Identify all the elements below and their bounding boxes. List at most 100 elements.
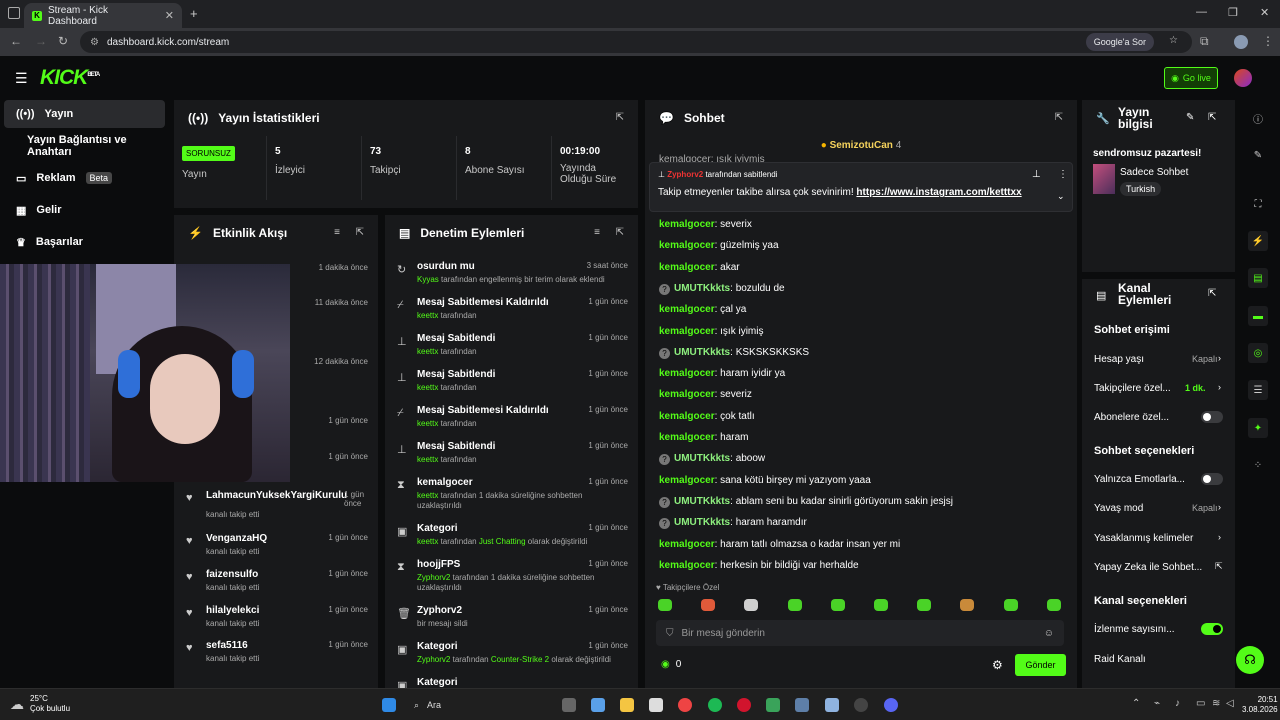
- bolt-icon[interactable]: ⚡: [1248, 231, 1268, 251]
- display-icon[interactable]: ▭: [1196, 698, 1205, 709]
- go-live-button[interactable]: ◉ Go live: [1164, 67, 1218, 89]
- emote-icon[interactable]: [1003, 599, 1018, 611]
- collapse-icon[interactable]: ⌄: [1057, 191, 1065, 202]
- chat-username[interactable]: kemalgocer: [659, 326, 715, 337]
- chat-username[interactable]: UMUTKkkts: [674, 347, 730, 358]
- user-avatar[interactable]: [1234, 69, 1252, 87]
- account-age-label[interactable]: Hesap yaşı: [1094, 354, 1144, 365]
- emote-icon[interactable]: [874, 599, 888, 611]
- chat-username[interactable]: UMUTKkkts: [674, 496, 730, 507]
- taskbar-search[interactable]: ⌕ Ara: [406, 695, 566, 715]
- chat-username[interactable]: kemalgocer: [659, 389, 715, 400]
- chevron-right-icon[interactable]: ›: [1218, 532, 1221, 542]
- ask-google-button[interactable]: Google'a Sor: [1085, 33, 1154, 51]
- top-gifter[interactable]: ● SemizotuCan 4: [745, 140, 977, 151]
- profile-icon[interactable]: [1234, 35, 1248, 49]
- weather-widget[interactable]: ☁ 25°C Çok bulutlu: [10, 694, 70, 714]
- clock[interactable]: 20:51 3.08.2026: [1242, 695, 1278, 715]
- chat-username[interactable]: kemalgocer: [659, 262, 715, 273]
- expand-icon[interactable]: ⇱: [1208, 288, 1216, 299]
- chat-username[interactable]: kemalgocer: [659, 560, 715, 571]
- slow-mode-label[interactable]: Yavaş mod: [1094, 503, 1143, 514]
- emote-icon[interactable]: [960, 599, 975, 611]
- browser-tab[interactable]: K Stream - Kick Dashboard ✕: [24, 3, 182, 28]
- emote-icon[interactable]: [917, 599, 932, 611]
- external-link-icon[interactable]: ⇱: [1215, 561, 1223, 572]
- sidebar-item-stream[interactable]: ((•)) Yayın: [4, 100, 165, 128]
- back-icon[interactable]: ←: [10, 34, 22, 48]
- emote-icon[interactable]: [830, 599, 845, 611]
- chat-username[interactable]: UMUTKkkts: [674, 283, 730, 294]
- chat-username[interactable]: kemalgocer: [659, 475, 715, 486]
- emote-icon[interactable]: [658, 599, 672, 611]
- widgets-icon[interactable]: [591, 698, 605, 712]
- chat-username[interactable]: kemalgocer: [659, 219, 715, 230]
- windows-start-icon[interactable]: [382, 698, 396, 712]
- expand-icon[interactable]: ⇱: [616, 112, 624, 123]
- chat-username[interactable]: kemalgocer: [659, 432, 715, 443]
- info-icon[interactable]: ⓘ: [1248, 108, 1268, 128]
- minimize-icon[interactable]: —: [1196, 6, 1207, 18]
- list-icon[interactable]: ☰: [1248, 380, 1268, 400]
- browser-menu-icon[interactable]: ⋮: [1262, 34, 1274, 48]
- chevron-right-icon[interactable]: ›: [1218, 353, 1221, 363]
- site-info-icon[interactable]: ⚙: [90, 37, 99, 48]
- chat-username[interactable]: kemalgocer: [659, 539, 715, 550]
- expand-icon[interactable]: ⇱: [356, 227, 364, 238]
- hamburger-menu-icon[interactable]: ☰: [15, 70, 28, 87]
- chrome-icon[interactable]: [678, 698, 692, 712]
- bookmark-star-icon[interactable]: ☆: [1169, 35, 1178, 46]
- emote-icon[interactable]: [701, 599, 716, 611]
- network-icon[interactable]: ⌁: [1154, 698, 1160, 709]
- app-icon[interactable]: [766, 698, 780, 712]
- mic-icon[interactable]: ♪: [1175, 698, 1180, 709]
- ai-chat-label[interactable]: Yapay Zeka ile Sohbet...: [1094, 562, 1202, 573]
- app-icon[interactable]: [825, 698, 839, 712]
- chat-username[interactable]: kemalgocer: [659, 240, 715, 251]
- unpin-icon[interactable]: ⊥: [1032, 169, 1041, 180]
- chat-username[interactable]: kemalgocer: [659, 368, 715, 379]
- url-input[interactable]: ⚙ dashboard.kick.com/stream Google'a Sor…: [80, 31, 1192, 53]
- channel-points[interactable]: ◉ 0: [661, 659, 681, 670]
- tray-chevron-icon[interactable]: ⌃: [1132, 698, 1140, 709]
- sidebar-item-achievements[interactable]: ♛ Başarılar: [4, 228, 165, 256]
- emote-icon[interactable]: [744, 599, 759, 611]
- followers-only-label[interactable]: Takipçilere özel...: [1094, 383, 1171, 394]
- emote-icon[interactable]: [1046, 599, 1061, 611]
- chat-bubble-icon[interactable]: ▬: [1248, 306, 1268, 326]
- new-tab-icon[interactable]: +: [190, 6, 198, 21]
- file-explorer-icon[interactable]: [620, 698, 634, 712]
- volume-icon[interactable]: ◁: [1226, 698, 1234, 709]
- expand-icon[interactable]: ⇱: [1055, 112, 1063, 123]
- pinned-link[interactable]: https://www.instagram.com/ketttxx: [856, 187, 1021, 198]
- close-tab-icon[interactable]: ✕: [165, 9, 174, 22]
- pen-icon[interactable]: ✎: [1248, 145, 1268, 165]
- edit-icon[interactable]: ✎: [1186, 112, 1194, 123]
- kick-logo[interactable]: KICKBETA: [40, 66, 100, 90]
- banned-words-label[interactable]: Yasaklanmış kelimeler: [1094, 533, 1193, 544]
- emoji-icon[interactable]: ☺: [1044, 628, 1054, 639]
- extensions-icon[interactable]: ⧉: [1200, 34, 1209, 49]
- view-count-toggle[interactable]: [1201, 623, 1223, 635]
- apps-icon[interactable]: ⁘: [1248, 455, 1268, 475]
- broadcast-icon[interactable]: ◎: [1248, 343, 1268, 363]
- store-icon[interactable]: [649, 698, 663, 712]
- filter-icon[interactable]: ≡: [334, 227, 340, 238]
- close-window-icon[interactable]: ✕: [1260, 6, 1269, 19]
- emote-only-toggle[interactable]: [1201, 473, 1223, 485]
- forward-icon[interactable]: →: [35, 34, 47, 48]
- chevron-right-icon[interactable]: ›: [1218, 382, 1221, 392]
- crop-icon[interactable]: ⛶: [1248, 194, 1268, 214]
- wifi-icon[interactable]: ≋: [1212, 698, 1220, 709]
- tab-search-icon[interactable]: [8, 7, 20, 19]
- support-button[interactable]: ☊: [1236, 646, 1264, 674]
- chevron-right-icon[interactable]: ›: [1218, 502, 1221, 512]
- task-view-icon[interactable]: [562, 698, 576, 712]
- restore-icon[interactable]: ❐: [1228, 6, 1238, 19]
- expand-icon[interactable]: ⇱: [1208, 112, 1216, 123]
- send-button[interactable]: Gönder: [1015, 654, 1066, 676]
- sidebar-item-stream-key[interactable]: Yayın Bağlantısı ve Anahtarı: [4, 132, 172, 160]
- sidebar-item-revenue[interactable]: ▦ Gelir: [4, 196, 165, 224]
- expand-icon[interactable]: ⇱: [616, 227, 624, 238]
- emote-icon[interactable]: [787, 599, 802, 611]
